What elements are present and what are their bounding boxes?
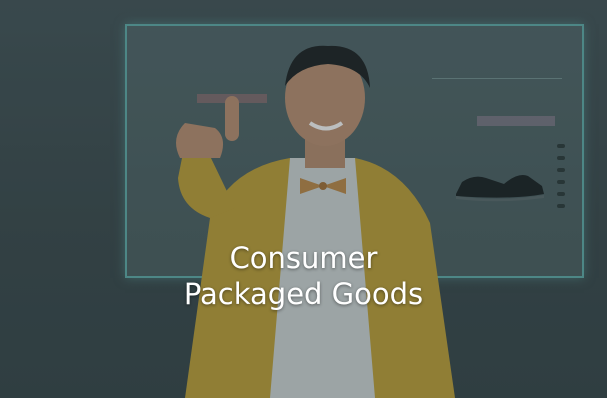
- caption-line-1: Consumer: [229, 241, 378, 275]
- color-swatch: [557, 144, 565, 148]
- pointing-finger: [225, 96, 239, 141]
- color-swatch: [557, 168, 565, 172]
- screen-button-bar: [477, 116, 555, 126]
- color-swatch: [557, 192, 565, 196]
- raised-arm: [178, 152, 235, 218]
- hero-tile[interactable]: Consumer Packaged Goods: [0, 0, 607, 398]
- color-swatch: [557, 180, 565, 184]
- color-swatch: [557, 156, 565, 160]
- businessman-illustration: [176, 45, 455, 398]
- hand: [176, 123, 224, 158]
- tile-caption: Consumer Packaged Goods: [0, 240, 607, 312]
- color-swatch: [557, 204, 565, 208]
- caption-line-2: Packaged Goods: [183, 277, 424, 311]
